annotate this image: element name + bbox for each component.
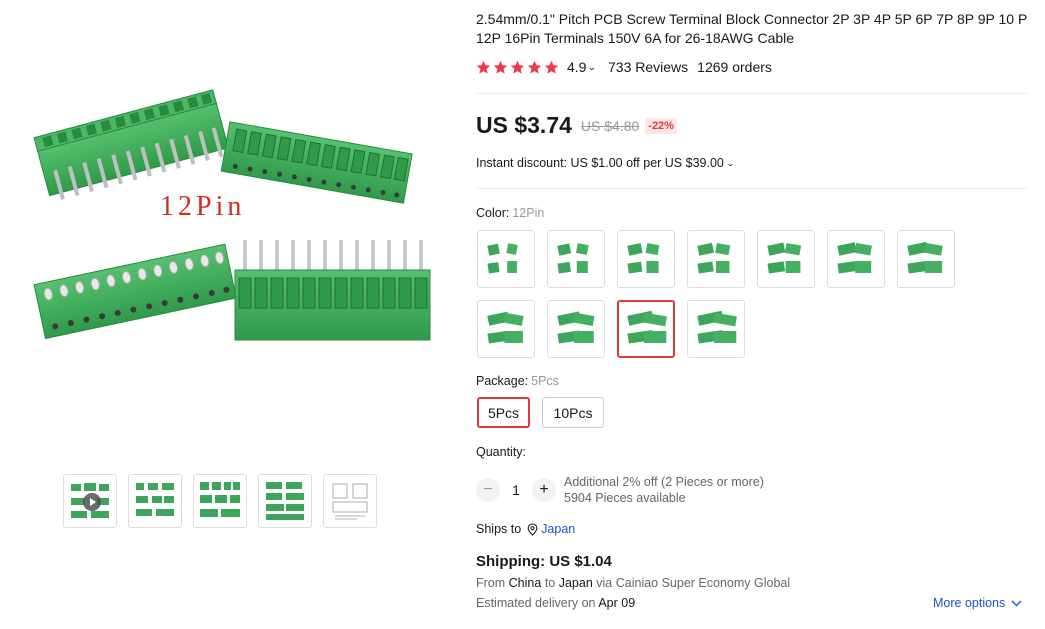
more-options-link[interactable]: More options <box>933 596 1022 610</box>
estimated-delivery: Estimated delivery on Apr 09 <box>476 596 635 610</box>
main-image-caption: 12Pin <box>160 191 245 222</box>
orders-count: 1269 orders <box>697 59 772 75</box>
color-swatch-6pin[interactable] <box>757 230 815 288</box>
reviews-link[interactable]: 733 Reviews <box>608 59 688 75</box>
ships-to-row: Ships to Japan <box>476 522 575 536</box>
rating-score[interactable]: 4.9 <box>567 59 586 75</box>
shipping-route: From China to Japan via Cainiao Super Ec… <box>476 576 790 590</box>
quantity-label: Quantity: <box>476 445 527 459</box>
star-icon <box>476 60 491 74</box>
star-rating <box>476 60 559 75</box>
available-stock-text: 5904 Pieces available <box>564 491 686 505</box>
to-country: Japan <box>558 576 593 590</box>
more-options-label: More options <box>933 596 1006 610</box>
rating-row: 4.9 ⌄ 733 Reviews 1269 orders <box>476 59 772 75</box>
package-label: Package: 5Pcs <box>476 374 559 388</box>
main-product-image[interactable]: 12Pin <box>20 70 445 370</box>
location-pin-icon <box>527 522 538 536</box>
from-prefix: From <box>476 576 506 590</box>
to-word: to <box>544 576 556 590</box>
chevron-down-icon <box>1011 600 1022 606</box>
thumbnail-1[interactable] <box>63 474 117 528</box>
thumbnail-3[interactable] <box>193 474 247 528</box>
product-title: 2.54mm/0.1" Pitch PCB Screw Terminal Blo… <box>476 11 1028 46</box>
package-option-10pcs[interactable]: 10Pcs <box>542 397 604 428</box>
color-label: Color: 12Pin <box>476 206 544 220</box>
original-price: US $4.80 <box>580 117 640 134</box>
star-icon <box>527 60 542 74</box>
color-swatch-8pin[interactable] <box>897 230 955 288</box>
play-video-icon[interactable] <box>83 493 101 511</box>
color-swatch-2pin[interactable] <box>477 230 535 288</box>
minus-icon[interactable]: − <box>476 478 500 502</box>
color-swatch-16pin[interactable] <box>687 300 745 358</box>
quantity-stepper: − 1 + Additional 2% off (2 Pieces or mor… <box>476 474 764 506</box>
thumbnail-strip <box>63 474 377 528</box>
divider <box>476 93 1028 94</box>
divider <box>476 188 1028 189</box>
plus-icon[interactable]: + <box>532 478 556 502</box>
color-label-text: Color: <box>476 206 510 220</box>
star-icon <box>493 60 508 74</box>
color-selected-value: 12Pin <box>512 206 545 220</box>
ships-to-label: Ships to <box>476 522 522 536</box>
estimated-date: Apr 09 <box>598 596 636 610</box>
ships-to-country-link[interactable]: Japan <box>541 522 575 536</box>
additional-discount-text: Additional 2% off (2 Pieces or more) <box>564 475 764 489</box>
thumbnail-4[interactable] <box>258 474 312 528</box>
package-selected-value: 5Pcs <box>531 374 559 388</box>
current-price: US $3.74 <box>476 112 572 138</box>
from-country: China <box>508 576 542 590</box>
instant-discount-text: Instant discount: US $1.00 off per US $3… <box>476 156 724 170</box>
package-option-5pcs[interactable]: 5Pcs <box>477 397 530 428</box>
shipping-cost: Shipping: US $1.04 <box>476 553 612 570</box>
quantity-info: Additional 2% off (2 Pieces or more) 590… <box>564 474 764 506</box>
shipping-carrier: via Cainiao Super Economy Global <box>596 576 791 590</box>
star-icon <box>510 60 525 74</box>
estimated-prefix: Estimated delivery on <box>476 596 596 610</box>
thumbnail-2[interactable] <box>128 474 182 528</box>
thumbnail-5[interactable] <box>323 474 377 528</box>
package-label-text: Package: <box>476 374 529 388</box>
chevron-down-icon[interactable]: ⌄ <box>726 159 735 168</box>
quantity-value[interactable]: 1 <box>500 482 532 498</box>
color-swatch-4pin[interactable] <box>617 230 675 288</box>
price-row: US $3.74 US $4.80 -22% <box>476 112 677 139</box>
discount-badge: -22% <box>645 117 677 134</box>
instant-discount[interactable]: Instant discount: US $1.00 off per US $3… <box>476 156 735 170</box>
color-swatch-9pin[interactable] <box>477 300 535 358</box>
color-swatch-10pin[interactable] <box>547 300 605 358</box>
color-swatch-7pin[interactable] <box>827 230 885 288</box>
chevron-down-icon[interactable]: ⌄ <box>587 62 597 73</box>
color-swatch-3pin[interactable] <box>547 230 605 288</box>
color-swatch-12pin[interactable] <box>617 300 675 358</box>
star-icon <box>544 60 559 74</box>
color-swatch-5pin[interactable] <box>687 230 745 288</box>
